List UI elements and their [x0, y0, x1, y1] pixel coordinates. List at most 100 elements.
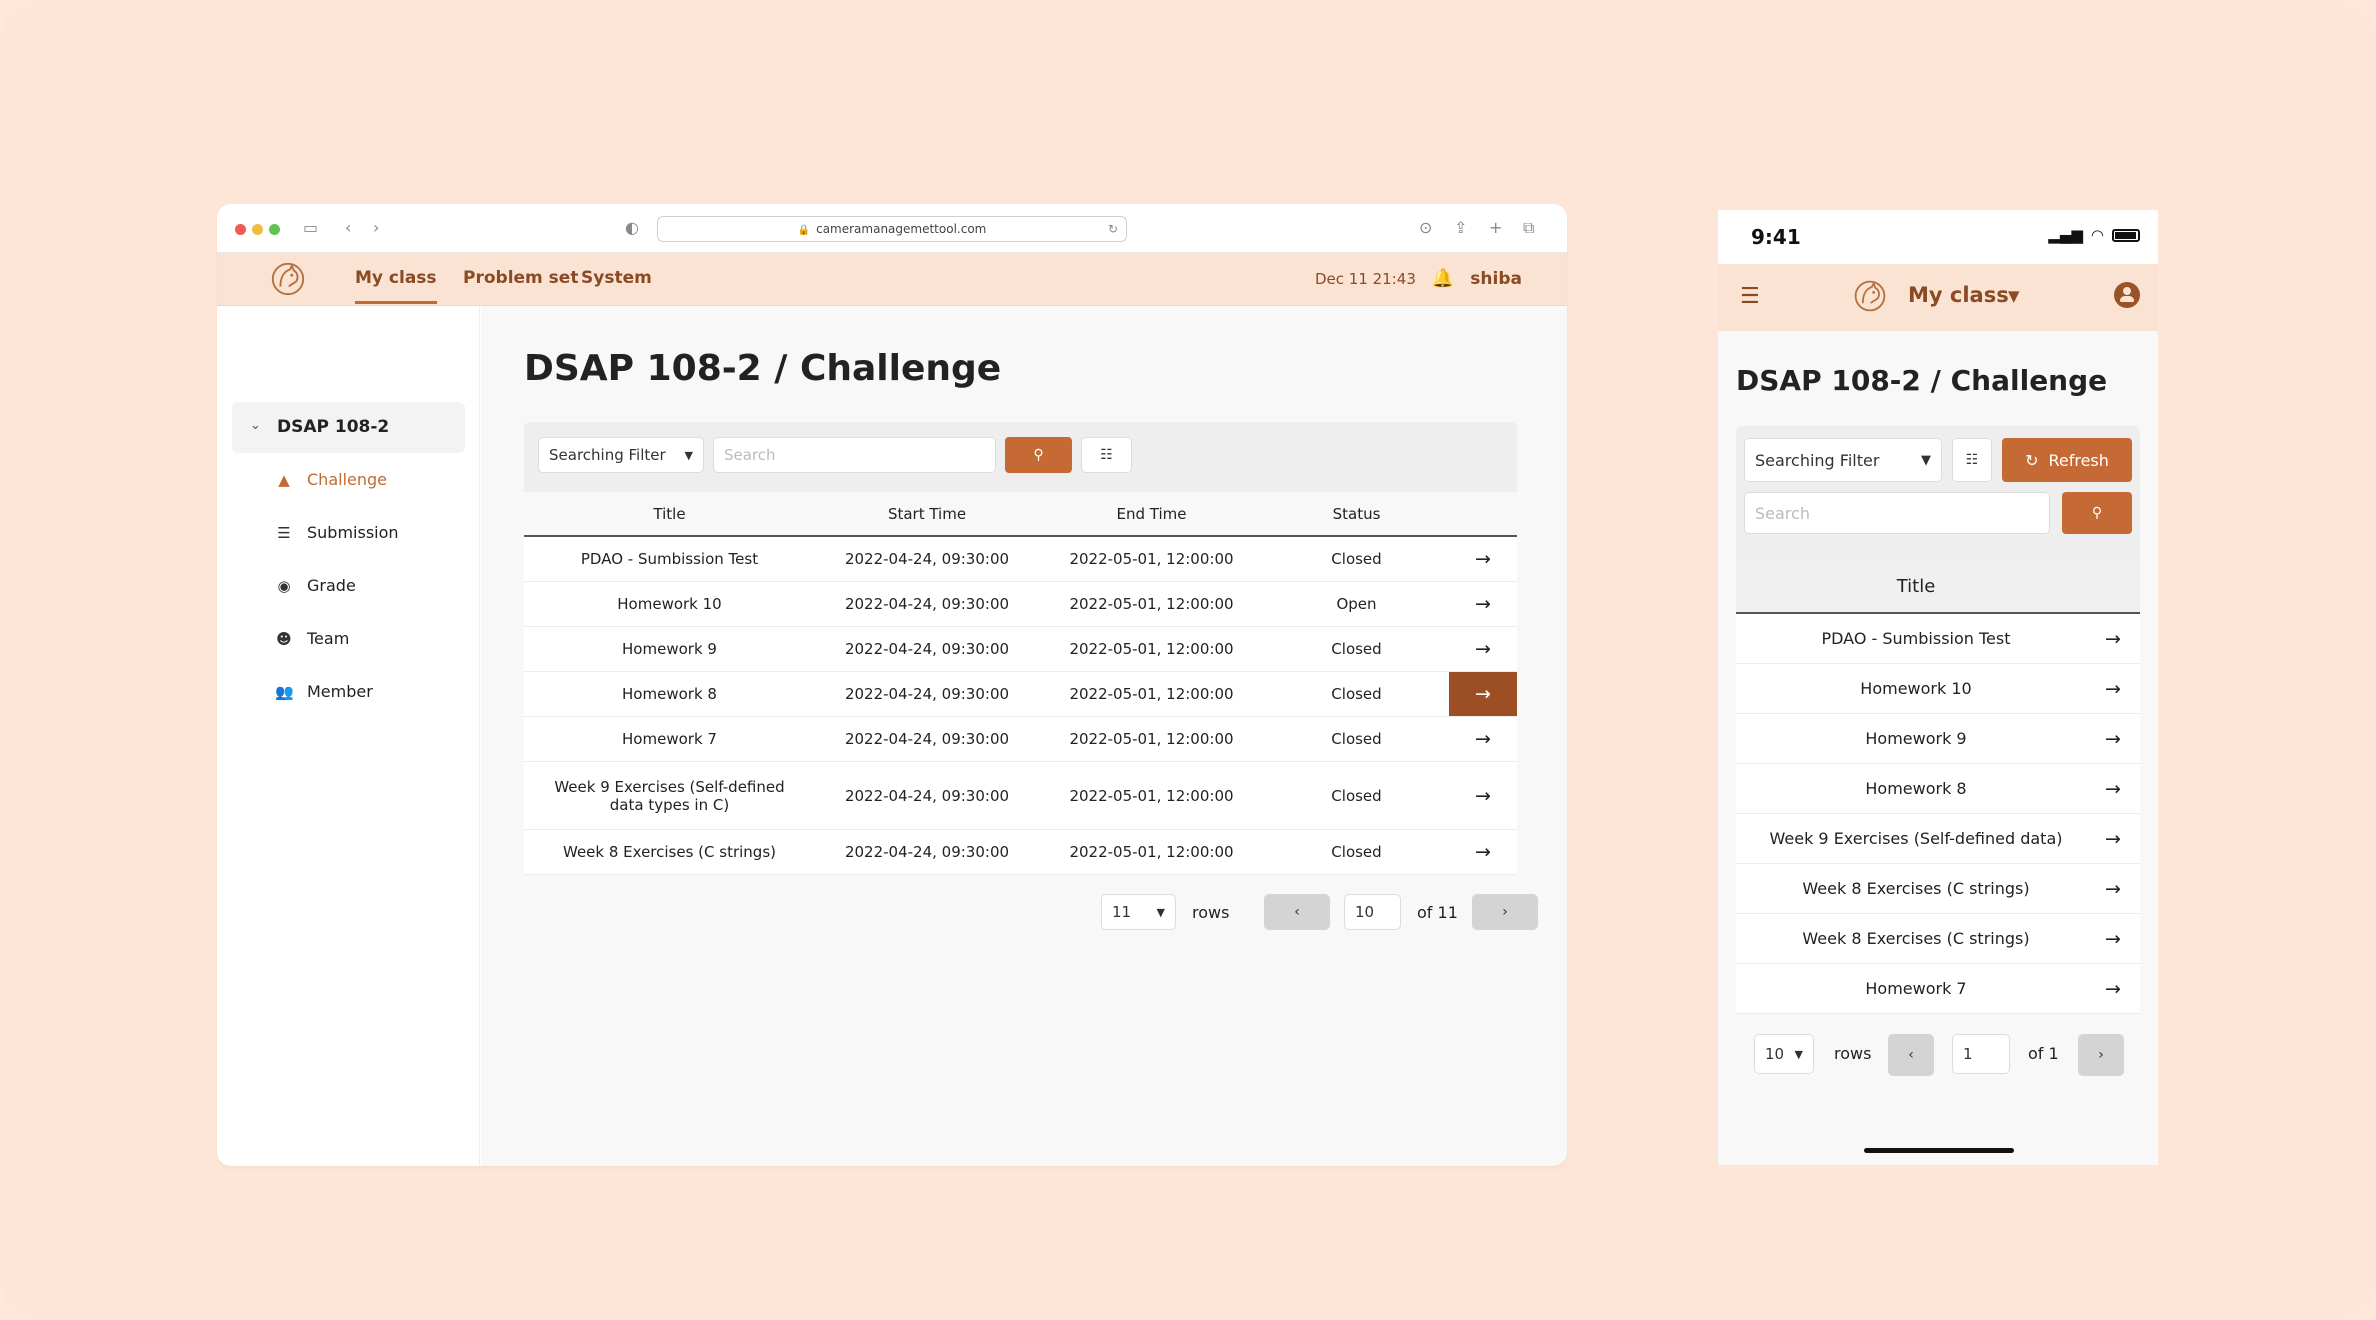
- search-button[interactable]: ⚲: [2062, 492, 2132, 534]
- cell-end-time: 2022-05-01, 12:00:00: [1069, 843, 1234, 861]
- table-row[interactable]: Week 9 Exercises (Self-defined data) →: [1736, 814, 2140, 864]
- datetime: Dec 11 21:43: [1314, 269, 1416, 288]
- new-tab-icon[interactable]: +: [1489, 218, 1502, 238]
- arrow-right-icon[interactable]: →: [1449, 672, 1517, 716]
- arrow-right-icon[interactable]: →: [2086, 878, 2140, 900]
- cell-title: Homework 9: [622, 640, 717, 658]
- cell-title: PDAO - Sumbission Test: [1821, 629, 2011, 648]
- nav-class-selector[interactable]: My class: [1908, 283, 2009, 307]
- download-icon[interactable]: ⊙: [1419, 218, 1432, 238]
- sidebar-toggle-icon[interactable]: ▭: [303, 218, 318, 238]
- search-input[interactable]: Search: [713, 437, 996, 473]
- next-page-button[interactable]: ›: [1472, 894, 1538, 930]
- close-window-button[interactable]: [235, 224, 246, 235]
- search-button[interactable]: ⚲: [1005, 437, 1072, 473]
- bell-icon[interactable]: 🔔: [1432, 268, 1454, 289]
- page-number-value: 1: [1963, 1045, 1973, 1063]
- filter-settings-button[interactable]: ☷: [1081, 437, 1132, 473]
- column-header-start-time: Start Time: [887, 504, 967, 523]
- arrow-right-icon[interactable]: →: [2086, 628, 2140, 650]
- minimize-window-button[interactable]: [252, 224, 263, 235]
- refresh-label: Refresh: [2048, 450, 2109, 470]
- arrow-right-icon[interactable]: →: [2086, 678, 2140, 700]
- forward-icon[interactable]: ›: [373, 218, 379, 238]
- table-row[interactable]: Homework 9 →: [1736, 714, 2140, 764]
- arrow-right-icon[interactable]: →: [2086, 928, 2140, 950]
- search-input[interactable]: Search: [1744, 492, 2050, 534]
- table-row[interactable]: Homework 8 2022-04-24, 09:30:00 2022-05-01…: [524, 672, 1517, 717]
- searching-filter-select[interactable]: Searching Filter ▼: [1744, 438, 1942, 482]
- caret-down-icon: ▼: [1921, 452, 1931, 468]
- sidebar-item-label: Grade: [307, 576, 356, 595]
- table-row[interactable]: Homework 9 2022-04-24, 09:30:00 2022-05-01…: [524, 627, 1517, 672]
- sliders-icon: ☷: [1100, 447, 1113, 463]
- table-body: PDAO - Sumbission Test → Homework 10 → Homew…: [1736, 614, 2140, 1014]
- table-row[interactable]: Homework 10 →: [1736, 664, 2140, 714]
- caret-down-icon[interactable]: ▼: [2008, 287, 2020, 305]
- sidebar-item-challenge[interactable]: ▲ Challenge: [275, 470, 387, 489]
- url-bar[interactable]: 🔒 cameramanagemettool.com ↻: [657, 216, 1127, 242]
- prev-page-button[interactable]: ‹: [1888, 1034, 1934, 1076]
- share-icon[interactable]: ⇪: [1454, 218, 1467, 238]
- desktop-browser-window: ▭ ‹ › ◐ 🔒 cameramanagemettool.com ↻ ⊙ ⇪ +…: [217, 204, 1567, 1166]
- reload-icon[interactable]: ↻: [1108, 217, 1118, 241]
- table-row[interactable]: Homework 7 2022-04-24, 09:30:00 2022-05-01…: [524, 717, 1517, 762]
- user-avatar-icon[interactable]: [2114, 282, 2140, 308]
- rows-per-page-select[interactable]: 11 ▼: [1101, 894, 1176, 930]
- arrow-right-icon[interactable]: →: [1449, 582, 1517, 626]
- sidebar-item-team[interactable]: ☻ Team: [275, 629, 349, 648]
- searching-filter-select[interactable]: Searching Filter ▼: [538, 437, 704, 473]
- cell-status: Closed: [1331, 685, 1382, 703]
- nav-tab-system[interactable]: System: [581, 268, 652, 288]
- table-row[interactable]: Homework 8 →: [1736, 764, 2140, 814]
- table-row[interactable]: Week 8 Exercises (C strings) →: [1736, 864, 2140, 914]
- arrow-right-icon[interactable]: →: [2086, 728, 2140, 750]
- shield-icon[interactable]: ◐: [625, 218, 639, 238]
- filter-settings-button[interactable]: ☷: [1952, 438, 1992, 482]
- table-row[interactable]: Week 8 Exercises (C strings) →: [1736, 914, 2140, 964]
- sidebar-item-member[interactable]: 👥 Member: [275, 682, 373, 701]
- next-page-button[interactable]: ›: [2078, 1034, 2124, 1076]
- table-row[interactable]: Week 9 Exercises (Self-defined data type…: [524, 762, 1517, 830]
- rows-per-page-select[interactable]: 10 ▼: [1754, 1034, 1814, 1074]
- nav-tab-my-class[interactable]: My class: [355, 268, 437, 304]
- table-row[interactable]: PDAO - Sumbission Test →: [1736, 614, 2140, 664]
- sidebar-group-dsap[interactable]: ⌄ DSAP 108-2: [232, 402, 465, 453]
- arrow-right-icon[interactable]: →: [1449, 762, 1517, 829]
- table-row[interactable]: PDAO - Sumbission Test 2022-04-24, 09:30:…: [524, 537, 1517, 582]
- cell-title: Homework 10: [617, 595, 722, 613]
- arrow-right-icon[interactable]: →: [1449, 717, 1517, 761]
- chevron-down-icon: ⌄: [250, 418, 261, 433]
- phone-status-bar: 9:41 ▂▄▆ ◠: [1718, 210, 2158, 264]
- sidebar-item-submission[interactable]: ☰ Submission: [275, 523, 398, 542]
- status-time: 9:41: [1751, 225, 1801, 249]
- maximize-window-button[interactable]: [269, 224, 280, 235]
- prev-page-button[interactable]: ‹: [1264, 894, 1330, 930]
- rows-per-page-value: 10: [1765, 1045, 1785, 1063]
- cell-status: Closed: [1331, 786, 1382, 805]
- arrow-right-icon[interactable]: →: [1449, 537, 1517, 581]
- username[interactable]: shiba: [1470, 269, 1522, 289]
- tabs-overview-icon[interactable]: ⧉: [1523, 218, 1534, 238]
- back-icon[interactable]: ‹: [345, 218, 351, 238]
- arrow-right-icon[interactable]: →: [1449, 830, 1517, 874]
- cell-title: Homework 10: [1860, 679, 1972, 698]
- hamburger-menu-icon[interactable]: ☰: [1740, 284, 1760, 309]
- nav-tab-problem-set[interactable]: Problem set: [463, 268, 578, 288]
- arrow-right-icon[interactable]: →: [2086, 978, 2140, 1000]
- sidebar-item-grade[interactable]: ◉ Grade: [275, 576, 356, 595]
- cell-status: Closed: [1331, 640, 1382, 658]
- table-row[interactable]: Week 8 Exercises (C strings) 2022-04-24, …: [524, 830, 1517, 875]
- refresh-icon: ↻: [2025, 450, 2039, 470]
- table-header: Title Start Time End Time Status: [524, 492, 1517, 537]
- arrow-right-icon[interactable]: →: [2086, 778, 2140, 800]
- page-number-input[interactable]: 1: [1952, 1034, 2010, 1074]
- page-number-value: 10: [1355, 903, 1375, 921]
- arrow-right-icon[interactable]: →: [1449, 627, 1517, 671]
- arrow-right-icon[interactable]: →: [2086, 828, 2140, 850]
- table-row[interactable]: Homework 10 2022-04-24, 09:30:00 2022-05-0…: [524, 582, 1517, 627]
- table-row[interactable]: Homework 7 →: [1736, 964, 2140, 1014]
- cell-status: Closed: [1331, 730, 1382, 748]
- refresh-button[interactable]: ↻ Refresh: [2002, 438, 2132, 482]
- page-number-input[interactable]: 10: [1344, 894, 1401, 930]
